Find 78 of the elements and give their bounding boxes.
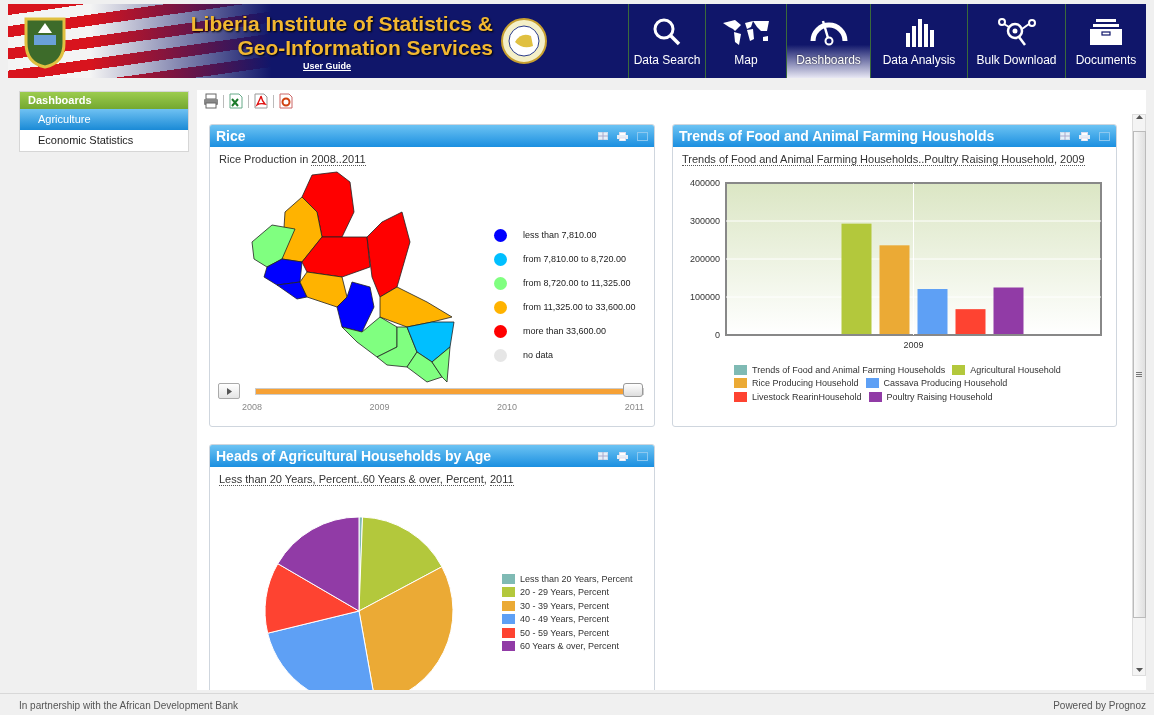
- footer-text: Powered by Prognoz: [1053, 699, 1146, 711]
- legend-label: 20 - 29 Years, Percent: [520, 587, 610, 598]
- bar: [917, 289, 948, 334]
- play-button[interactable]: [218, 383, 240, 399]
- file-drawer-icon: [1088, 17, 1124, 47]
- nav-tab[interactable]: Dashboards: [786, 4, 870, 78]
- site-title-line: Geo-Information Services: [237, 35, 493, 60]
- sidebar-item[interactable]: Economic Statistics: [20, 130, 188, 151]
- legend-label: 50 - 59 Years, Percent: [520, 627, 610, 638]
- legend-label: 60 Years & over, Percent: [520, 641, 620, 652]
- chart-subtitle: Rice Production in 2008..2011: [219, 153, 367, 165]
- legend-label: Cassava Producing Household: [883, 378, 1008, 389]
- legend-label: Rice Producing Household: [752, 378, 859, 389]
- legend-label: from 8,720.00 to 11,325.00: [523, 278, 631, 288]
- legend-label: Less than 20 Years, Percent: [520, 573, 633, 584]
- table-icon[interactable]: [598, 131, 608, 140]
- excel-file-icon[interactable]: [228, 93, 244, 109]
- search-icon: [652, 17, 682, 47]
- sidebar-heading: Dashboards: [20, 92, 188, 109]
- print-icon[interactable]: [203, 93, 219, 109]
- legend-label: less than 7,810.00: [523, 230, 597, 240]
- table-icon[interactable]: [1060, 131, 1070, 140]
- year-label: 2008: [242, 402, 263, 412]
- play-icon: [226, 387, 232, 395]
- subtitle-link[interactable]: 2011: [489, 473, 514, 486]
- axis-label: 400000: [689, 178, 720, 188]
- bar-chart-icon: [904, 17, 934, 47]
- legend-label: from 7,810.00 to 8,720.00: [523, 254, 627, 264]
- legend-label: more than 33,600.00: [523, 326, 607, 336]
- subtitle-link[interactable]: 2008..2011: [311, 153, 366, 166]
- site-title-line: Liberia Institute of Statistics &: [190, 11, 493, 36]
- print-icon[interactable]: [1079, 131, 1090, 141]
- scroll-down-icon[interactable]: [1135, 668, 1143, 672]
- footer-text: In partnership with the African Development Bank: [19, 699, 238, 711]
- presentation-file-icon[interactable]: [278, 93, 294, 109]
- network-nodes-icon: [996, 17, 1037, 47]
- round-logo-icon: [501, 18, 547, 64]
- subtitle-link[interactable]: Trends of Food and Animal Farming Households..Poultry Raising Household: [682, 153, 1054, 166]
- legend-label: from 11,325.00 to 33,600.00: [523, 302, 636, 312]
- year-label: 2009: [369, 402, 390, 412]
- legend-label: Trends of Food and Animal Farming Households: [752, 364, 946, 375]
- world-map-icon: [721, 17, 771, 47]
- legend-label: no data: [523, 350, 554, 360]
- bar: [955, 309, 986, 334]
- scroll-up-icon[interactable]: [1135, 115, 1143, 119]
- axis-label: 2009: [903, 340, 924, 350]
- user-guide-link[interactable]: User Guide: [303, 60, 351, 71]
- legend-label: Poultry Raising Household: [886, 391, 993, 402]
- print-icon[interactable]: [617, 451, 628, 461]
- chart-subtitle: Trends of Food and Animal Farming Households..Poultry Raising Household, 2009: [682, 153, 1086, 165]
- maximize-icon[interactable]: [637, 451, 648, 461]
- nav-tab[interactable]: Documents: [1065, 4, 1146, 78]
- year-label: 2011: [624, 402, 644, 412]
- legend-label: 40 - 49 Years, Percent: [520, 614, 610, 625]
- grip-icon: [1136, 372, 1142, 377]
- panel-title: Trends of Food and Animal Farming Housholds: [679, 128, 995, 144]
- legend-label: Agricultural Household: [970, 364, 1061, 375]
- panel-title: Rice: [216, 128, 246, 144]
- pdf-file-icon[interactable]: [253, 93, 269, 109]
- slider-handle[interactable]: [623, 382, 643, 397]
- maximize-icon[interactable]: [1099, 131, 1110, 141]
- subtitle-link[interactable]: Less than 20 Years, Percent..60 Years & over, Percent: [219, 473, 484, 486]
- nav-tab[interactable]: Data Search: [628, 4, 705, 78]
- subtitle-link[interactable]: 2009: [1060, 153, 1085, 166]
- nav-tab[interactable]: Bulk Download: [967, 4, 1065, 78]
- axis-label: 100000: [689, 292, 720, 302]
- panel-title: Heads of Agricultural Households by Age: [216, 448, 492, 464]
- legend-label: Livestock RearinHousehold: [752, 391, 862, 402]
- print-icon[interactable]: [617, 131, 628, 141]
- nav-tab[interactable]: Data Analysis: [870, 4, 967, 78]
- table-icon[interactable]: [598, 451, 608, 460]
- axis-label: 0: [715, 330, 720, 340]
- chart-subtitle: Less than 20 Years, Percent..60 Years & over, Percent, 2011: [219, 473, 515, 485]
- legend-label: 30 - 39 Years, Percent: [520, 600, 610, 611]
- axis-label: 200000: [689, 254, 720, 264]
- maximize-icon[interactable]: [637, 131, 648, 141]
- year-label: 2010: [497, 402, 518, 412]
- axis-label: 300000: [689, 216, 720, 226]
